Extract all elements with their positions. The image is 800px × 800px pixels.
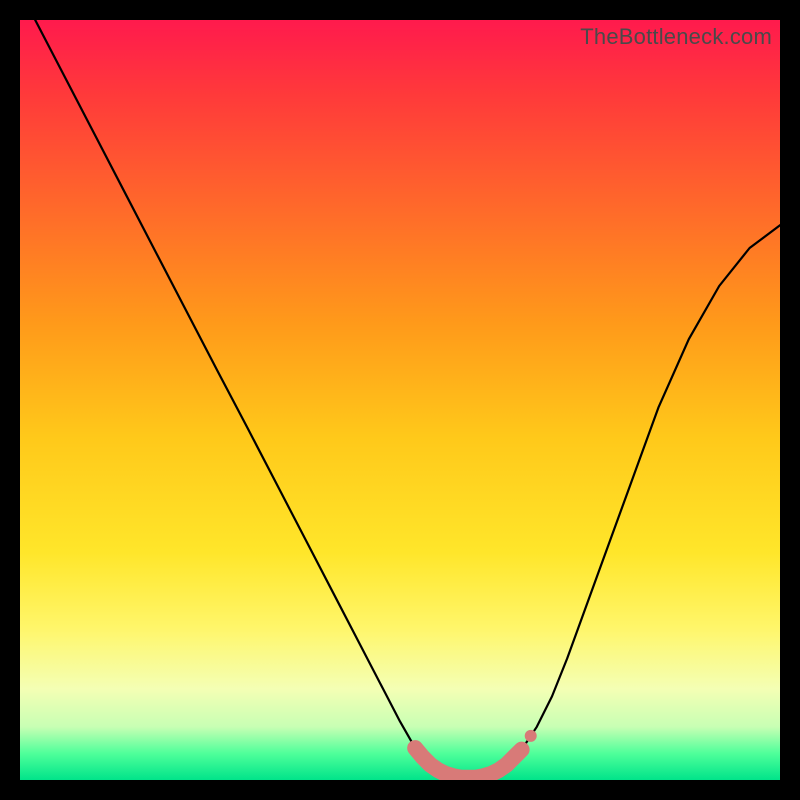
end-dot-marker [525, 730, 537, 742]
gradient-background [20, 20, 780, 780]
plot-area: TheBottleneck.com [20, 20, 780, 780]
chart-frame: TheBottleneck.com [0, 0, 800, 800]
bottleneck-curve-chart [20, 20, 780, 780]
watermark-text: TheBottleneck.com [580, 24, 772, 50]
optimal-dot [515, 743, 529, 757]
